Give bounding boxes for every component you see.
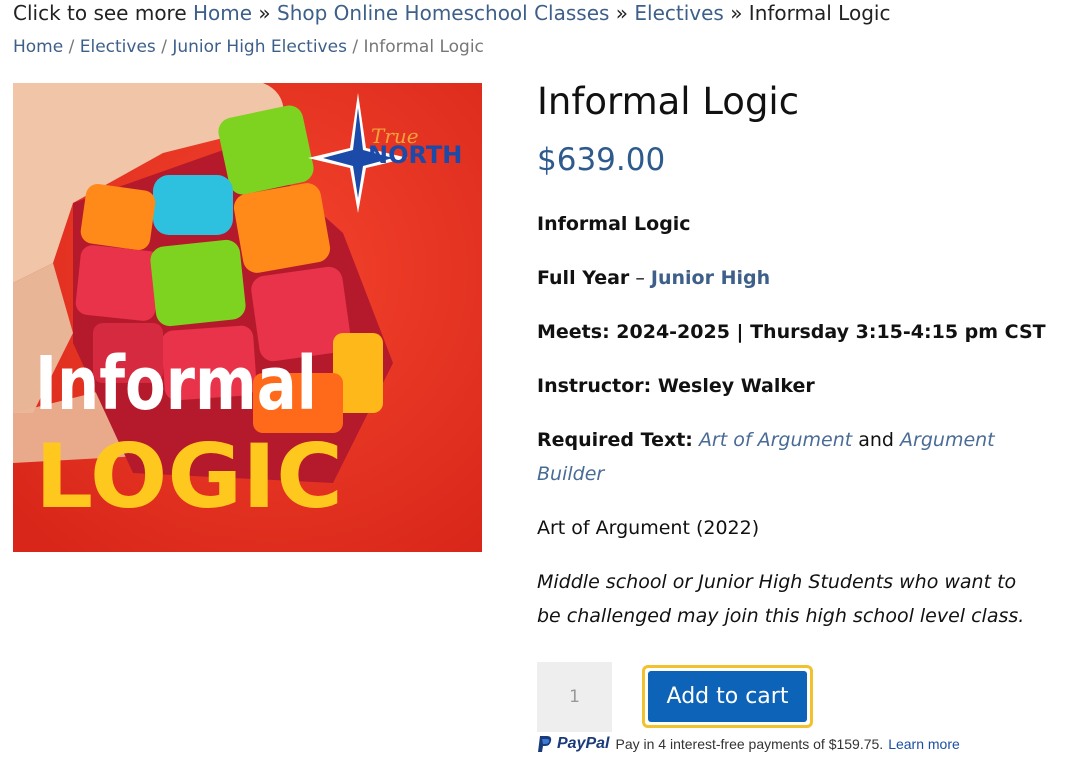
product-title: Informal Logic: [537, 80, 800, 123]
top-breadcrumb-link-home[interactable]: Home: [193, 1, 252, 25]
term-dash: –: [629, 267, 651, 289]
top-breadcrumb-prefix: Click to see more: [13, 1, 193, 25]
required-label: Required Text:: [537, 429, 693, 451]
term-label: Full Year: [537, 267, 630, 289]
top-breadcrumb-sep: »: [723, 1, 749, 25]
breadcrumb-link-home[interactable]: Home: [13, 37, 63, 57]
description-subtitle: Informal Logic: [537, 213, 691, 235]
top-breadcrumb-link-shop[interactable]: Shop Online Homeschool Classes: [277, 1, 609, 25]
description-required-text-cont: Builder: [537, 463, 604, 485]
top-breadcrumb-sep: »: [609, 1, 635, 25]
top-breadcrumb: Click to see more Home » Shop Online Hom…: [13, 1, 890, 25]
product-summary: Informal Logic $639.00: [537, 78, 1037, 180]
paypal-learn-more-link[interactable]: Learn more: [888, 736, 960, 752]
paypal-pay-later-message: PayPal Pay in 4 interest-free payments o…: [537, 733, 960, 755]
description-note-line1: Middle school or Junior High Students wh…: [537, 571, 1017, 593]
top-breadcrumb-link-electives[interactable]: Electives: [634, 1, 723, 25]
breadcrumb: Home / Electives / Junior High Electives…: [13, 37, 484, 57]
book-link-art-of-argument[interactable]: Art of Argument: [699, 429, 852, 451]
description-term: Full Year – Junior High: [537, 267, 770, 289]
image-title-word1: Informal: [35, 341, 317, 427]
description-edition: Art of Argument (2022): [537, 517, 760, 539]
breadcrumb-link-junior-high-electives[interactable]: Junior High Electives: [172, 37, 347, 57]
top-breadcrumb-sep: »: [252, 1, 278, 25]
image-title-word2: LOGIC: [35, 425, 343, 528]
top-breadcrumb-current: Informal Logic: [748, 1, 891, 25]
breadcrumb-sep: /: [155, 37, 173, 57]
description-meets: Meets: 2024-2025 | Thursday 3:15-4:15 pm…: [537, 321, 1046, 343]
paypal-message-text: Pay in 4 interest-free payments of $159.…: [615, 736, 884, 752]
description-instructor: Instructor: Wesley Walker: [537, 375, 815, 397]
product-description: Informal Logic Full Year – Junior High M…: [537, 213, 1057, 633]
product-price: $639.00: [537, 142, 666, 178]
product-image-art: True NORTH Informal LOGIC: [13, 83, 482, 552]
breadcrumb-current: Informal Logic: [363, 37, 484, 57]
breadcrumb-sep: /: [346, 37, 364, 57]
book-link-argument-builder-part2[interactable]: Builder: [537, 463, 604, 485]
add-to-cart-button[interactable]: Add to cart: [648, 671, 807, 722]
breadcrumb-link-electives[interactable]: Electives: [80, 37, 156, 57]
add-to-cart-focus-ring: Add to cart: [642, 665, 813, 728]
paypal-icon: [538, 736, 552, 752]
paypal-logo-text: PayPal: [557, 735, 610, 752]
quantity-input[interactable]: 1: [537, 662, 612, 732]
logo-word: NORTH: [368, 141, 462, 169]
book-link-argument-builder-part1[interactable]: Argument: [900, 429, 995, 451]
description-required-text: Required Text: Art of Argument and Argum…: [537, 429, 995, 451]
and-text: and: [852, 429, 901, 451]
term-level-link[interactable]: Junior High: [651, 267, 770, 289]
breadcrumb-sep: /: [63, 37, 80, 57]
description-note-line2: be challenged may join this high school …: [537, 605, 1025, 627]
product-image[interactable]: True NORTH Informal LOGIC: [13, 83, 482, 552]
